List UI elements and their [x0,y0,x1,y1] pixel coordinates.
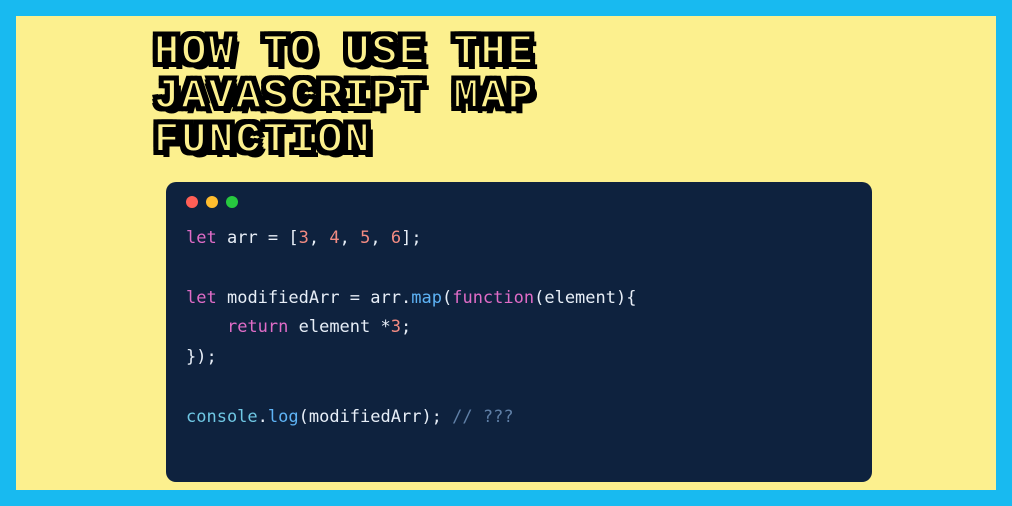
tok-punct: = [340,288,371,308]
tok-let: let [186,288,217,308]
title-line-3: FUNCTION [154,116,372,164]
poster-title: HOW TO USE THE JAVASCRIPT MAP FUNCTION [154,30,535,162]
tok-expr: element * [288,317,390,337]
tok-punct: , [340,228,360,248]
code-window: let arr = [3, 4, 5, 6]; let modifiedArr … [166,182,872,482]
tok-ident: arr [227,228,258,248]
tok-ident: arr [370,288,401,308]
tok-number: 4 [329,228,339,248]
tok-punct: ( [442,288,452,308]
tok-number: 3 [391,317,401,337]
tok-ident: modifiedArr [227,288,340,308]
tok-indent [186,317,227,337]
tok-punct: ]; [401,228,421,248]
tok-comment: // ??? [452,407,513,427]
tok-let: let [186,228,217,248]
tok-console: console [186,407,258,427]
close-icon [186,196,198,208]
title-line-1: HOW TO USE THE [154,28,535,76]
tok-punct: . [258,407,268,427]
window-traffic-lights [186,196,852,208]
tok-punct: (element){ [534,288,636,308]
tok-return: return [227,317,288,337]
code-block: let arr = [3, 4, 5, 6]; let modifiedArr … [186,224,852,432]
tok-method: log [268,407,299,427]
title-line-2: JAVASCRIPT MAP [154,72,535,120]
tok-number: 6 [391,228,401,248]
tok-method: map [411,288,442,308]
tok-number: 5 [360,228,370,248]
tok-punct: , [370,228,390,248]
tok-punct: . [401,288,411,308]
tok-punct: , [309,228,329,248]
maximize-icon [226,196,238,208]
minimize-icon [206,196,218,208]
tok-number: 3 [299,228,309,248]
tok-punct: = [ [258,228,299,248]
tok-function: function [452,288,534,308]
tok-punct: ; [401,317,411,337]
tok-punct: }); [186,347,217,367]
poster-canvas: HOW TO USE THE JAVASCRIPT MAP FUNCTION l… [16,16,996,490]
tok-punct: (modifiedArr); [299,407,453,427]
